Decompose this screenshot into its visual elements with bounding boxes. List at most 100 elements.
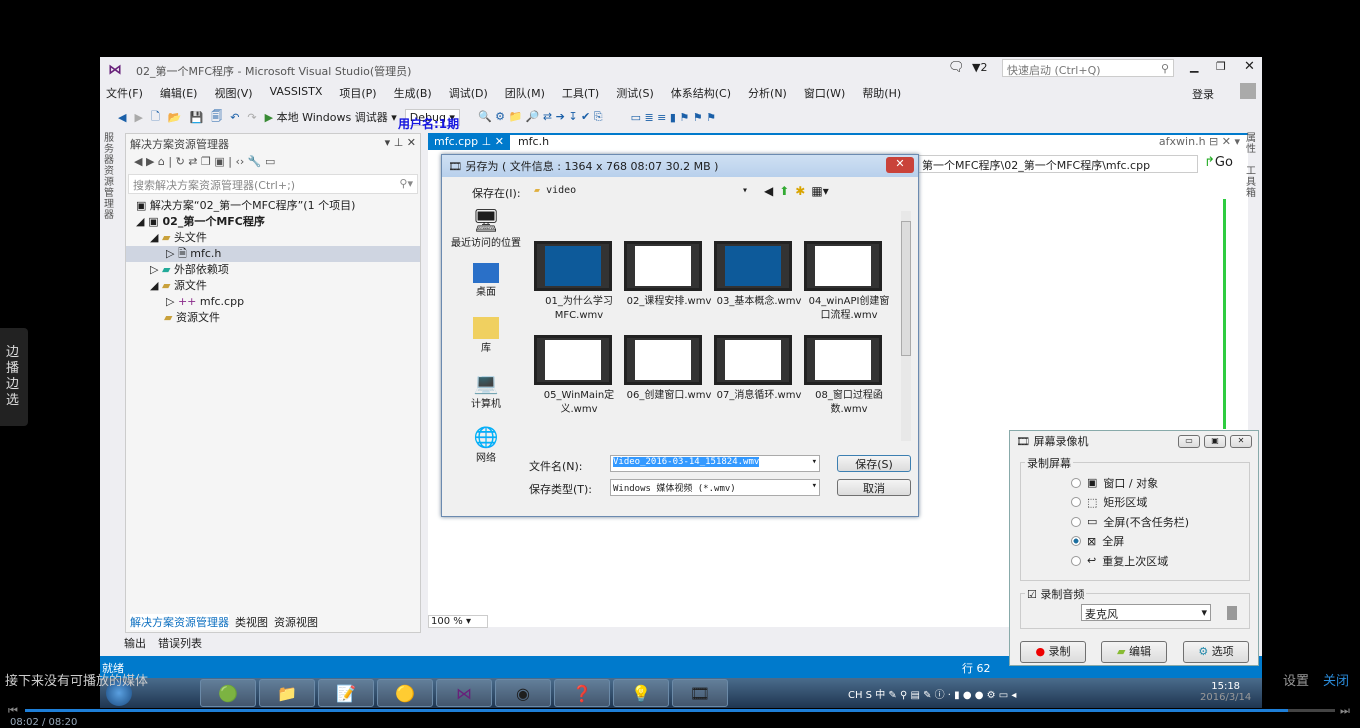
tree-mfc-cpp[interactable]: ▷ ++ mfc.cpp [126,294,420,310]
file-item[interactable]: 06_创建窗口.wmv [624,335,714,417]
filename-input[interactable]: Video_2016-03-14_151824.wmv ▾ [610,455,820,472]
taskbar-app-media[interactable]: ◉ [495,679,551,707]
tab-resource-view[interactable]: 资源视图 [274,614,318,630]
menu-team[interactable]: 团队(M) [505,85,545,101]
navigation-path[interactable]: 第一个MFC程序\02_第一个MFC程序\mfc.cpp [918,155,1198,173]
open-icon[interactable]: 📂 [168,111,182,124]
place-desktop[interactable]: 桌面 [446,263,526,317]
close-button[interactable]: ✕ [1244,59,1255,74]
undo-icon[interactable]: ↶ [230,111,239,124]
login-link[interactable]: 登录 [1192,86,1214,102]
taskbar-app-help[interactable]: ❓ [554,679,610,707]
tab-afxwin-h[interactable]: afxwin.h ⊟ ✕ ▾ [1159,135,1240,148]
go-button[interactable]: ↱Go [1204,155,1233,170]
file-item[interactable]: 01_为什么学习MFC.wmv [534,241,624,323]
capture-option[interactable]: ⬚ 矩形区域 [1071,493,1249,513]
options-button[interactable]: ⚙ 选项 [1183,641,1249,663]
menu-debug[interactable]: 调试(D) [449,85,488,101]
solution-search-input[interactable]: 搜索解决方案资源管理器(Ctrl+;) ⚲▾ [128,174,418,194]
dialog-close-button[interactable]: ✕ [886,157,914,173]
edit-button[interactable]: ▰ 编辑 [1101,641,1167,663]
radio-button[interactable] [1071,497,1081,508]
next-icon[interactable]: ⏭ [1340,704,1350,718]
tree-solution[interactable]: ▣ 解决方案“02_第一个MFC程序”(1 个项目) [126,198,420,214]
audio-level-icon[interactable] [1227,606,1237,620]
run-button[interactable]: ▶ 本地 Windows 调试器 ▾ [265,109,397,125]
taskbar-app-recorder[interactable]: 🎞 [672,679,728,707]
folder-select[interactable]: ▰ video ▾ [530,183,752,201]
tree-external-deps[interactable]: ▷ ▰ 外部依赖项 [126,262,420,278]
filetype-select[interactable]: Windows 媒体视频 (*.wmv) ▾ [610,479,820,496]
quick-launch-input[interactable]: 快速启动 (Ctrl+Q) ⚲ [1002,59,1174,77]
up-folder-icon[interactable]: ⬆ [779,184,789,198]
file-list-scrollbar[interactable] [901,211,911,441]
minimize-button[interactable]: ▭ [1178,434,1200,448]
tree-mfc-h[interactable]: ▷ 🗎 mfc.h [126,246,420,262]
new-folder-icon[interactable]: ✱ [795,184,805,198]
menu-project[interactable]: 项目(P) [339,85,376,101]
restore-button[interactable]: ❐ [1216,60,1226,73]
place-library[interactable]: 库 [446,317,526,371]
notification-flag[interactable]: ▼2 [972,61,987,74]
back-icon[interactable]: ◀ [764,184,773,198]
tree-source-files[interactable]: ◢ ▰ 源文件 [126,278,420,294]
pin-close-icons[interactable]: ▾ ⊥ ✕ [385,136,416,150]
place-recent[interactable]: 🖥 最近访问的位置 [446,209,526,263]
solution-explorer-toolbar[interactable]: ◀ ▶ ⌂ | ↻ ⇄ ❐ ▣ | ‹› 🔧 ▭ [126,152,420,174]
menu-window[interactable]: 窗口(W) [804,85,845,101]
zoom-select[interactable]: 100 % ▾ [428,615,488,628]
misc-toolbar-icons[interactable]: 🔍 ⚙ 📁 🔎 ⇄ ➔ ↧ ✔ ⎘ [478,110,603,124]
properties-vtab[interactable]: 属性 [1246,133,1260,155]
file-item[interactable]: 07_消息循环.wmv [714,335,804,417]
cancel-button[interactable]: 取消 [837,479,911,496]
tab-mfc-cpp[interactable]: mfc.cpp ⊥ ✕ [428,133,510,150]
taskbar-app-browser[interactable]: 🟢 [200,679,256,707]
tab-solution-explorer[interactable]: 解决方案资源管理器 [130,614,229,630]
tree-resource-files[interactable]: ▰ 资源文件 [126,310,420,326]
place-network[interactable]: 🌐 网络 [446,425,526,479]
radio-button[interactable] [1071,516,1081,527]
taskbar-app-light[interactable]: 💡 [613,679,669,707]
tab-error-list[interactable]: 错误列表 [158,635,202,651]
tree-header-files[interactable]: ◢ ▰ 头文件 [126,230,420,246]
menu-edit[interactable]: 编辑(E) [160,85,198,101]
save-button[interactable]: 保存(S) [837,455,911,472]
back-icon[interactable]: ◀ [118,111,126,124]
progress-track[interactable] [25,709,1335,712]
system-tray-icons[interactable]: CH S 中 ✎ ⚲ ▤ ✎ ⓘ · ▮ ● ● ⚙ ▭ ◂ [848,686,1016,701]
minimize-button[interactable]: ▁ [1190,60,1198,73]
prev-icon[interactable]: ⏮ [8,704,18,718]
toolbox-vtab[interactable]: 工具箱 [1246,166,1260,199]
taskbar-app-notepad[interactable]: 📝 [318,679,374,707]
file-item[interactable]: 08_窗口过程函数.wmv [804,335,894,417]
new-project-icon[interactable]: 🗋 [151,108,160,127]
menu-file[interactable]: 文件(F) [106,85,143,101]
menu-architecture[interactable]: 体系结构(C) [671,85,731,101]
redo-icon[interactable]: ↷ [247,111,256,124]
capture-option[interactable]: ⊠ 全屏 [1071,532,1249,552]
tree-project[interactable]: ◢ ▣ 02_第一个MFC程序 [126,214,420,230]
tab-class-view[interactable]: 类视图 [235,614,268,630]
audio-checkbox[interactable]: ☑ 录制音频 [1025,586,1087,602]
tab-output[interactable]: 输出 [124,635,146,651]
audio-device-select[interactable]: 麦克风 ▾ [1081,604,1211,621]
player-close-link[interactable]: 关闭 [1323,670,1349,689]
radio-button[interactable] [1071,477,1081,488]
menu-tools[interactable]: 工具(T) [562,85,599,101]
feedback-icon[interactable]: 🗨 [948,60,965,75]
bookmark-icons[interactable]: ▭ ≣ ≡ ▮ ⚑ ⚑ ⚑ [631,111,716,124]
file-item[interactable]: 05_WinMain定义.wmv [534,335,624,417]
taskbar-app-ball[interactable]: 🟡 [377,679,433,707]
save-icon[interactable]: 💾 [190,111,204,124]
radio-button[interactable] [1071,555,1081,566]
taskbar-app-explorer[interactable]: 📁 [259,679,315,707]
view-menu-icon[interactable]: ▦▾ [811,184,828,198]
file-item[interactable]: 04_winAPI创建窗口流程.wmv [804,241,894,323]
file-item[interactable]: 03_基本概念.wmv [714,241,804,323]
menu-test[interactable]: 测试(S) [616,85,654,101]
taskbar-app-visual-studio[interactable]: ⋈ [436,679,492,707]
file-item[interactable]: 02_课程安排.wmv [624,241,714,323]
close-button[interactable]: ✕ [1230,434,1252,448]
forward-icon[interactable]: ▶ [134,111,142,124]
menu-view[interactable]: 视图(V) [214,85,252,101]
